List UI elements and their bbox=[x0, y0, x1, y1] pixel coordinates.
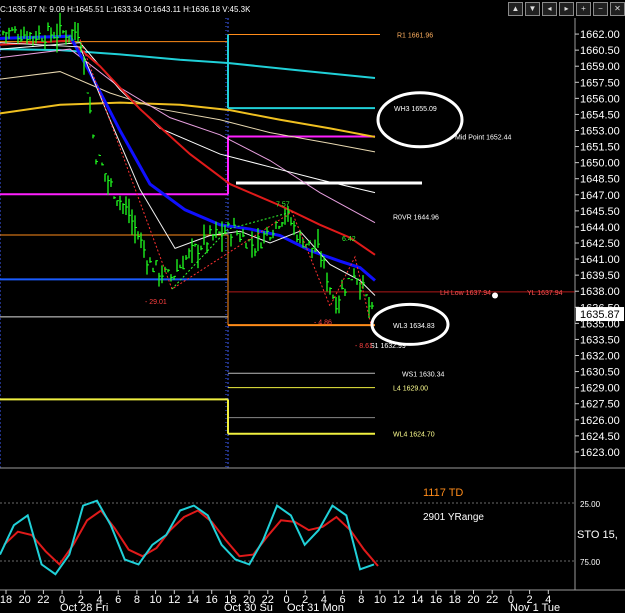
level-label: LH Low 1637.94 bbox=[440, 290, 491, 297]
price-tick-label: 1624.50 bbox=[580, 431, 620, 443]
price-tick-label: 1645.50 bbox=[580, 206, 620, 218]
time-tick-label: 10 bbox=[149, 594, 161, 606]
level-label: WS1 1630.34 bbox=[402, 371, 445, 378]
price-tick-label: 1648.50 bbox=[580, 174, 620, 186]
price-tick-label: 1651.50 bbox=[580, 142, 620, 154]
zigzag-annotation: 7.57 bbox=[276, 202, 290, 209]
td-text: 1117 TD bbox=[423, 487, 463, 499]
zigzag-annotation: - 8.61 bbox=[355, 343, 373, 350]
osc-main-line bbox=[0, 499, 375, 576]
level-label: R1 1661.96 bbox=[397, 33, 433, 40]
time-tick-label: 8 bbox=[358, 594, 364, 606]
time-tick-label: 14 bbox=[411, 594, 423, 606]
price-marker bbox=[492, 292, 498, 299]
price-tick-label: 1650.00 bbox=[580, 158, 620, 170]
time-tick-label: 10 bbox=[374, 594, 386, 606]
osc-tick-label: 25.00 bbox=[580, 500, 601, 509]
day-label: Nov 1 Tue bbox=[510, 602, 560, 613]
time-tick-label: 20 bbox=[19, 594, 31, 606]
price-tick-label: 1626.00 bbox=[580, 415, 620, 427]
time-tick-label: 8 bbox=[134, 594, 140, 606]
price-tick-label: 1660.50 bbox=[580, 45, 620, 57]
last-price-label: 1635.87 bbox=[580, 309, 620, 321]
price-tick-label: 1647.00 bbox=[580, 190, 620, 202]
level-label: WL3 1634.83 bbox=[393, 323, 435, 330]
osc-tick-label: 75.00 bbox=[580, 558, 601, 567]
highlight-ellipse bbox=[376, 91, 464, 149]
time-tick-label: 12 bbox=[168, 594, 180, 606]
price-tick-label: 1623.00 bbox=[580, 447, 620, 459]
price-chart[interactable]: R1 1661.96 WH3 1655.09 Mid Point 1652.44 R0… bbox=[0, 0, 625, 613]
time-tick-label: 18 bbox=[0, 594, 12, 606]
moving-average-line bbox=[0, 42, 376, 194]
price-tick-label: 1629.00 bbox=[580, 383, 620, 395]
time-tick-label: 20 bbox=[467, 594, 479, 606]
day-label: Oct 30 Su bbox=[224, 602, 273, 613]
time-tick-label: 12 bbox=[393, 594, 405, 606]
zigzag-annotation: - 29.01 bbox=[145, 299, 167, 306]
price-tick-label: 1642.50 bbox=[580, 238, 620, 250]
osc-name: STO 15, bbox=[577, 529, 618, 541]
time-axis: 18 20 22 0 2 4 6 8 10 12 14 16 18 20 22 0 2 4 6 8 10 12 14 16 18… bbox=[0, 590, 560, 613]
time-tick-label: 22 bbox=[37, 594, 49, 606]
price-tick-label: 1639.50 bbox=[580, 270, 620, 282]
oscillator-panel: 25.00 75.00 STO 15, 1117 TD 2901 YRange bbox=[0, 487, 618, 576]
time-tick-label: 16 bbox=[206, 594, 218, 606]
moving-average-line bbox=[0, 48, 376, 79]
day-label: Oct 28 Fri bbox=[60, 602, 108, 613]
time-tick-label: 16 bbox=[430, 594, 442, 606]
level-label: R0VR 1644.96 bbox=[393, 215, 439, 222]
moving-averages bbox=[0, 34, 376, 296]
time-tick-label: 6 bbox=[115, 594, 121, 606]
level-label: WL4 1624.70 bbox=[393, 432, 435, 439]
yrange-text: 2901 YRange bbox=[423, 512, 484, 523]
price-tick-label: 1627.50 bbox=[580, 399, 620, 411]
day-label: Oct 31 Mon bbox=[287, 602, 344, 613]
price-tick-label: 1638.00 bbox=[580, 286, 620, 298]
level-label: WH3 1655.09 bbox=[394, 106, 437, 113]
price-tick-label: 1630.50 bbox=[580, 367, 620, 379]
price-tick-label: 1653.00 bbox=[580, 126, 620, 138]
price-tick-label: 1644.00 bbox=[580, 222, 620, 234]
price-tick-label: 1656.00 bbox=[580, 93, 620, 105]
osc-signal-line bbox=[3, 509, 379, 567]
price-tick-label: 1657.50 bbox=[580, 77, 620, 89]
price-tick-label: 1633.50 bbox=[580, 334, 620, 346]
time-tick-label: 14 bbox=[187, 594, 199, 606]
price-tick-label: 1654.50 bbox=[580, 109, 620, 121]
price-tick-label: 1641.00 bbox=[580, 254, 620, 266]
level-label: Mid Point 1652.44 bbox=[455, 135, 512, 142]
price-tick-label: 1662.00 bbox=[580, 29, 620, 41]
zigzag-annotation: - 4.86 bbox=[314, 319, 332, 326]
level-label: L4 1629.00 bbox=[393, 386, 428, 393]
level-label: YL 1637.94 bbox=[527, 290, 563, 297]
time-tick-label: 22 bbox=[486, 594, 498, 606]
pivot-levels: R1 1661.96 WH3 1655.09 Mid Point 1652.44 R0… bbox=[0, 18, 575, 468]
zigzag-annotation: 6.42 bbox=[342, 236, 356, 243]
time-tick-label: 18 bbox=[449, 594, 461, 606]
price-tick-label: 1632.00 bbox=[580, 351, 620, 363]
price-tick-label: 1659.00 bbox=[580, 61, 620, 73]
